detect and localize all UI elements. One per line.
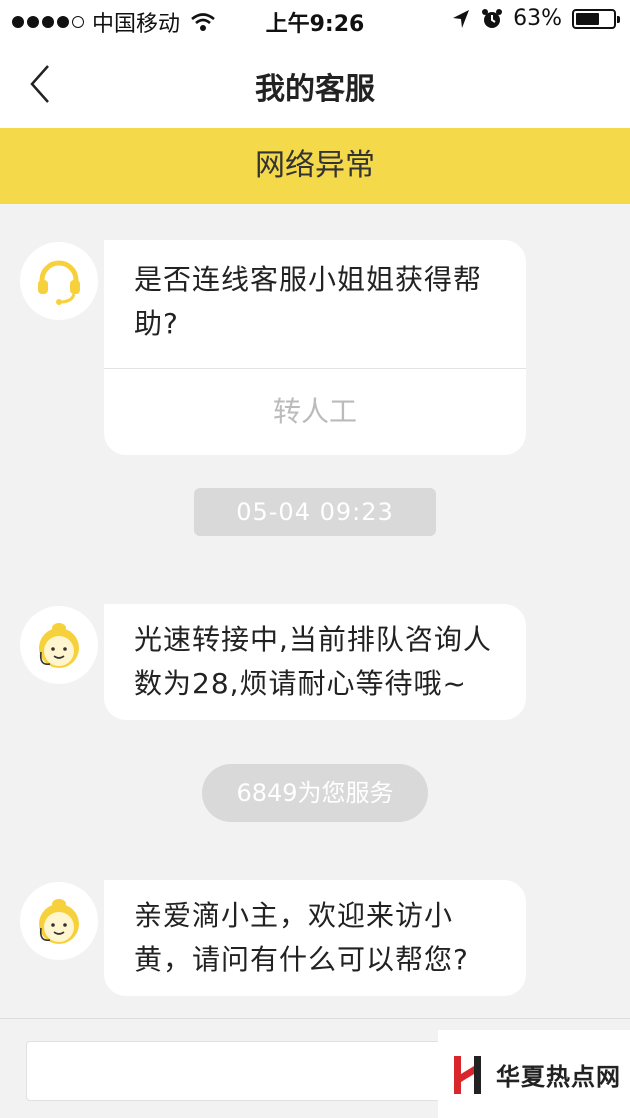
headset-icon (38, 260, 80, 305)
status-bar: 中国移动 上午9:26 63% (0, 0, 630, 40)
battery-icon (572, 8, 620, 29)
message-text: 亲爱滴小主，欢迎来访小黄，请问有什么可以帮您? (134, 899, 469, 976)
site-watermark: 华夏热点网 (438, 1030, 630, 1118)
nav-bar: 我的客服 (0, 40, 630, 128)
watermark-logo-icon (454, 1056, 481, 1094)
message-text: 光速转接中,当前排队咨询人数为28,烦请耐心等待哦~ (134, 623, 492, 700)
message-input[interactable] (26, 1041, 466, 1101)
agent-avatar (20, 242, 98, 320)
battery-level-fill (576, 12, 599, 25)
location-arrow-icon (453, 9, 470, 28)
service-notice: 6849为您服务 (202, 764, 428, 822)
status-right: 63% (451, 6, 620, 31)
message-text: 是否连线客服小姐姐获得帮助? (134, 263, 483, 340)
agent-avatar (20, 882, 98, 960)
agent-avatar (20, 606, 98, 684)
chat-bubble: 是否连线客服小姐姐获得帮助? 转人工 (104, 240, 526, 455)
message-timestamp: 05-04 09:23 (194, 488, 436, 536)
battery-percent: 63% (513, 6, 562, 31)
network-error-banner: 网络异常 (0, 128, 630, 204)
agent-face-icon (39, 899, 79, 944)
chat-bubble: 亲爱滴小主，欢迎来访小黄，请问有什么可以帮您? (104, 880, 526, 996)
chat-screen: 中国移动 上午9:26 63% 我的客服 网络异常 是否连线客服小姐姐获得帮助?… (0, 0, 630, 1118)
page-title: 我的客服 (255, 72, 375, 107)
chat-bubble: 光速转接中,当前排队咨询人数为28,烦请耐心等待哦~ (104, 604, 526, 720)
agent-face-icon (39, 623, 79, 668)
watermark-text: 华夏热点网 (496, 1061, 621, 1091)
transfer-to-human-button[interactable]: 转人工 (104, 369, 526, 455)
alarm-clock-icon (482, 8, 503, 28)
